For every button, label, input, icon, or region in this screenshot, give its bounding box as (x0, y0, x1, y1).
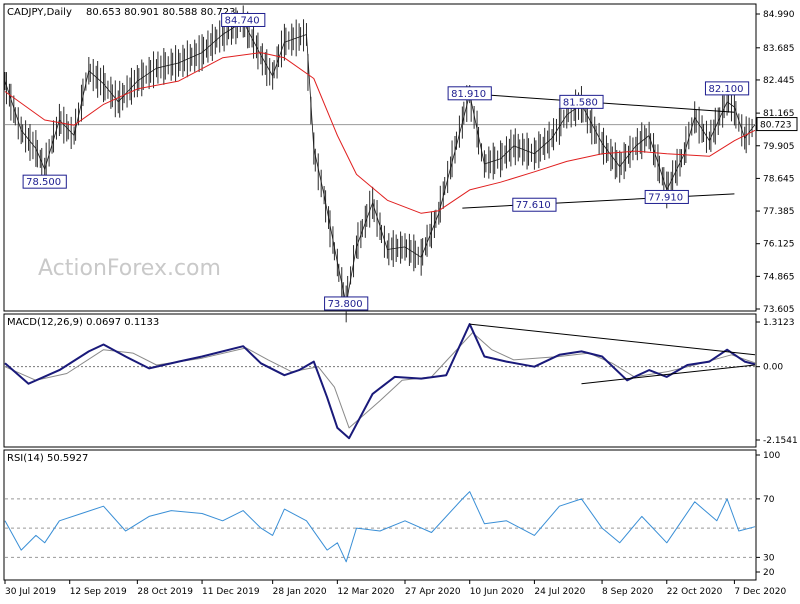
x-tick-label: 22 Oct 2020 (667, 587, 723, 597)
x-tick-label: 7 Dec 2020 (734, 587, 786, 597)
macd-tick-label: 1.3123 (763, 318, 795, 328)
price-tick-label: 78.645 (763, 174, 795, 184)
macd-tick-label: -2.1541 (763, 436, 798, 446)
price-tick-label: 79.905 (763, 142, 795, 152)
annotation-label: 81.910 (451, 89, 486, 100)
chart-svg: CADJPY,Daily 80.653 80.901 80.588 80.723… (0, 0, 800, 600)
x-tick-label: 11 Dec 2019 (202, 587, 260, 597)
x-tick-label: 30 Jul 2019 (5, 587, 56, 597)
current-price-label: 80.723 (760, 121, 792, 131)
annotation-label: 73.800 (328, 299, 363, 310)
annotation-label: 84.740 (225, 15, 260, 26)
annotation-label: 82.100 (708, 84, 743, 95)
rsi-title: RSI(14) 50.5927 (7, 453, 88, 464)
price-ohlc: 80.653 80.901 80.588 80.723 (86, 7, 236, 18)
annotation-label: 77.610 (516, 200, 551, 211)
price-tick-label: 77.385 (763, 207, 795, 217)
annotation-label: 77.910 (648, 192, 683, 203)
x-tick-label: 12 Mar 2020 (337, 587, 394, 597)
rsi-tick-label: 100 (763, 451, 780, 461)
chart-root: CADJPY,Daily 80.653 80.901 80.588 80.723… (0, 0, 800, 600)
price-tick-label: 73.605 (763, 305, 795, 315)
x-tick-label: 10 Jun 2020 (470, 587, 524, 597)
x-tick-label: 12 Sep 2019 (70, 587, 127, 597)
rsi-tick-label: 70 (763, 495, 775, 505)
price-tick-label: 74.865 (763, 272, 795, 282)
price-tick-label: 83.685 (763, 44, 795, 54)
x-tick-label: 27 Apr 2020 (405, 587, 461, 597)
x-tick-label: 8 Sep 2020 (602, 587, 654, 597)
x-tick-label: 24 Jul 2020 (534, 587, 585, 597)
macd-tick-label: 0.00 (763, 363, 783, 373)
watermark: ActionForex.com (38, 256, 221, 281)
price-tick-label: 82.445 (763, 76, 795, 86)
macd-title: MACD(12,26,9) 0.0697 0.1133 (7, 317, 159, 328)
annotation-label: 81.580 (563, 97, 598, 108)
rsi-tick-label: 30 (763, 553, 775, 563)
x-tick-label: 28 Jan 2020 (273, 587, 327, 597)
price-tick-label: 76.125 (763, 240, 795, 250)
price-tick-label: 84.990 (763, 10, 795, 20)
x-tick-label: 28 Oct 2019 (137, 587, 193, 597)
price-title: CADJPY,Daily (7, 7, 72, 18)
annotation-label: 78.500 (26, 177, 61, 188)
rsi-tick-label: 20 (763, 568, 775, 578)
